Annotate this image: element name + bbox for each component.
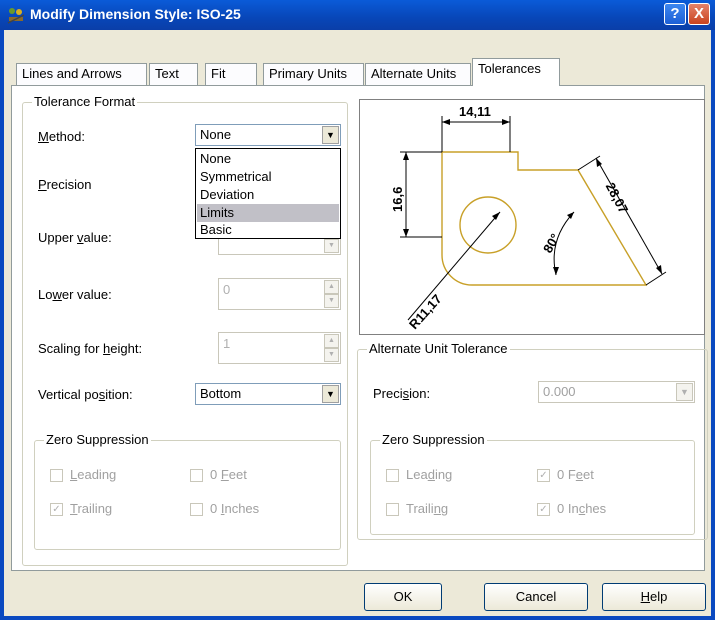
spin-up-icon[interactable]: ▲ xyxy=(324,334,339,348)
scaling-label: Scaling for height: xyxy=(38,341,143,356)
upper-value-label: Upper value: xyxy=(38,230,112,245)
title-bar[interactable]: Modify Dimension Style: ISO-25 ? X xyxy=(0,0,715,30)
method-option-symmetrical[interactable]: Symmetrical xyxy=(197,168,339,186)
vertical-position-label: Vertical position: xyxy=(38,387,133,402)
spin-up-icon[interactable]: ▲ xyxy=(324,280,339,294)
tab-alternate-units[interactable]: Alternate Units xyxy=(365,63,471,85)
method-dropdown-list: None Symmetrical Deviation Limits Basic xyxy=(195,148,341,239)
tab-text[interactable]: Text xyxy=(149,63,198,85)
tab-lines-and-arrows[interactable]: Lines and Arrows xyxy=(16,63,147,85)
zero-suppression-group xyxy=(34,440,341,550)
lower-value-spinner[interactable]: 0 ▲ ▼ xyxy=(218,278,341,310)
leading-label: Leading xyxy=(70,467,117,482)
scaling-value: 1 xyxy=(223,336,231,351)
tab-primary-units[interactable]: Primary Units xyxy=(263,63,364,85)
chevron-down-icon[interactable]: ▼ xyxy=(322,126,339,144)
trailing-label: Trailing xyxy=(70,501,113,516)
window-frame-bottom xyxy=(0,616,715,620)
help-titlebar-button[interactable]: ? xyxy=(664,3,686,25)
alt-leading-label: Leading xyxy=(406,467,453,482)
tab-tolerances[interactable]: Tolerances xyxy=(472,58,560,86)
cancel-button[interactable]: Cancel xyxy=(484,583,588,611)
method-select-value: None xyxy=(200,127,232,142)
dimension-style-icon xyxy=(7,8,25,24)
alt-trailing-checkbox[interactable] xyxy=(386,503,399,516)
tab-fit[interactable]: Fit xyxy=(205,63,257,85)
inches-label: 0 Inches xyxy=(210,501,260,516)
leading-checkbox[interactable] xyxy=(50,469,63,482)
precision-label: Precision xyxy=(38,177,92,192)
alt-feet-label: 0 Feet xyxy=(557,467,594,482)
alt-precision-select[interactable]: 0.000 ▼ xyxy=(538,381,695,403)
alt-precision-label: Precision: xyxy=(373,386,431,401)
lower-value: 0 xyxy=(223,282,231,297)
lower-value-label: Lower value: xyxy=(38,287,112,302)
chevron-down-icon[interactable]: ▼ xyxy=(676,383,693,401)
alt-zero-suppression-group xyxy=(370,440,695,535)
close-button[interactable]: X xyxy=(688,3,710,25)
ok-button[interactable]: OK xyxy=(364,583,442,611)
scaling-spinner[interactable]: 1 ▲ ▼ xyxy=(218,332,341,364)
alt-leading-checkbox[interactable] xyxy=(386,469,399,482)
help-button[interactable]: Help xyxy=(602,583,706,611)
chevron-down-icon[interactable]: ▼ xyxy=(322,385,339,403)
alt-inches-checkbox[interactable]: ✓ xyxy=(537,503,550,516)
alt-trailing-label: Trailing xyxy=(406,501,449,516)
alt-feet-checkbox[interactable]: ✓ xyxy=(537,469,550,482)
window-title: Modify Dimension Style: ISO-25 xyxy=(30,6,241,22)
preview-area: 14,11 16,6 28,07 80° R11,17 xyxy=(359,99,705,335)
dimension-preview-drawing xyxy=(400,116,667,321)
alt-inches-label: 0 Inches xyxy=(557,501,607,516)
trailing-checkbox[interactable]: ✓ xyxy=(50,503,63,516)
vertical-position-select[interactable]: Bottom ▼ xyxy=(195,383,341,405)
spin-down-icon[interactable]: ▼ xyxy=(324,348,339,362)
tolerance-format-title: Tolerance Format xyxy=(32,94,138,109)
spin-down-icon[interactable]: ▼ xyxy=(324,239,339,253)
dim-top-label: 14,11 xyxy=(459,104,491,119)
method-option-none[interactable]: None xyxy=(197,150,339,168)
method-label: Method: xyxy=(38,129,85,144)
window-frame-right xyxy=(711,30,715,620)
method-option-deviation[interactable]: Deviation xyxy=(197,186,339,204)
method-option-limits[interactable]: Limits xyxy=(197,204,339,222)
alt-zero-suppression-title: Zero Suppression xyxy=(380,432,487,447)
feet-label: 0 Feet xyxy=(210,467,247,482)
alt-precision-value: 0.000 xyxy=(543,384,576,399)
vertical-position-value: Bottom xyxy=(200,386,242,401)
spin-down-icon[interactable]: ▼ xyxy=(324,294,339,308)
alternate-unit-tolerance-title: Alternate Unit Tolerance xyxy=(367,341,510,356)
inches-checkbox[interactable] xyxy=(190,503,203,516)
method-option-basic[interactable]: Basic xyxy=(197,221,339,239)
dim-left-label: 16,6 xyxy=(390,186,405,212)
method-select[interactable]: None ▼ xyxy=(195,124,341,146)
feet-checkbox[interactable] xyxy=(190,469,203,482)
window-frame-left xyxy=(0,30,4,620)
zero-suppression-title: Zero Suppression xyxy=(44,432,151,447)
